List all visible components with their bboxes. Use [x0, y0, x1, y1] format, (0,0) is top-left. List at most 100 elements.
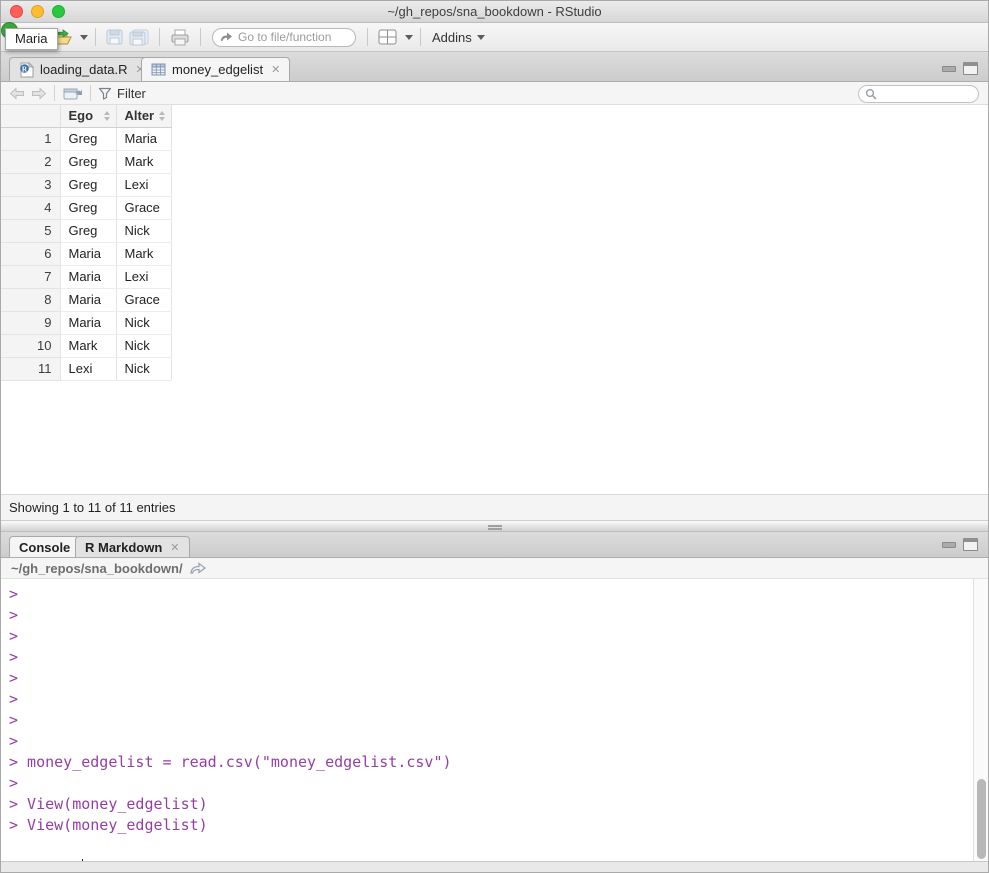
rstudio-window: ~/gh_repos/sna_bookdown - RStudio [0, 0, 989, 873]
addins-caret-icon [477, 35, 485, 40]
tab-label: loading_data.R [40, 62, 127, 77]
tab-r-markdown[interactable]: R Markdown ✕ [75, 536, 190, 557]
table-row[interactable]: 6 Maria Mark [1, 242, 171, 265]
sort-icon[interactable] [104, 111, 110, 121]
alter-cell[interactable]: Mark [116, 150, 171, 173]
table-search-input[interactable] [881, 87, 972, 101]
table-row[interactable]: 10 Mark Nick [1, 334, 171, 357]
alter-cell[interactable]: Mark [116, 242, 171, 265]
console-output[interactable]: > > > > > > > > > money_edgelist = read.… [1, 579, 988, 861]
table-row[interactable]: 4 Greg Grace [1, 196, 171, 219]
alter-cell[interactable]: Nick [116, 334, 171, 357]
alter-cell[interactable]: Maria [116, 127, 171, 150]
open-recent-caret-icon[interactable] [80, 35, 88, 40]
console-prompt-line[interactable]: > [9, 836, 988, 857]
tab-console[interactable]: Console [9, 536, 80, 557]
window-bottom-edge [1, 861, 988, 872]
table-row[interactable]: 3 Greg Lexi [1, 173, 171, 196]
goto-file-input[interactable] [238, 30, 348, 44]
maximize-pane-icon[interactable] [963, 62, 978, 75]
panes-grid-icon [378, 29, 397, 45]
table-row[interactable]: 9 Maria Nick [1, 311, 171, 334]
save-icon [106, 29, 123, 45]
alter-cell[interactable]: Lexi [116, 265, 171, 288]
row-number-cell: 1 [1, 127, 60, 150]
ego-cell[interactable]: Maria [60, 311, 116, 334]
table-row[interactable]: 11 Lexi Nick [1, 357, 171, 380]
console-line: > [9, 584, 988, 605]
goto-file-search[interactable] [212, 28, 356, 47]
save-button[interactable] [103, 27, 126, 47]
scrollbar-thumb[interactable] [977, 779, 986, 859]
alter-cell[interactable]: Nick [116, 311, 171, 334]
zoom-window-button[interactable] [52, 5, 65, 18]
workspace-panes-button[interactable] [375, 27, 400, 47]
toolbar-separator [420, 28, 421, 46]
forward-button[interactable] [31, 87, 47, 100]
panes-caret-icon[interactable] [405, 35, 413, 40]
working-directory-path: ~/gh_repos/sna_bookdown/ [11, 561, 183, 576]
minimize-window-button[interactable] [31, 5, 44, 18]
main-toolbar: Addins [1, 23, 988, 52]
addins-menu[interactable]: Addins [428, 28, 489, 47]
column-label: Ego [69, 108, 94, 123]
alter-cell[interactable]: Lexi [116, 173, 171, 196]
open-in-new-window-button[interactable] [62, 85, 83, 101]
filter-icon[interactable] [98, 87, 112, 100]
maximize-pane-icon[interactable] [963, 538, 978, 551]
column-header-ego[interactable]: Ego [60, 105, 116, 127]
data-grid: Ego Alter 1 [1, 105, 988, 492]
row-number-cell: 7 [1, 265, 60, 288]
table-row[interactable]: 5 Greg Nick [1, 219, 171, 242]
alter-cell[interactable]: Grace [116, 196, 171, 219]
alter-cell[interactable]: Grace [116, 288, 171, 311]
ego-cell[interactable]: Maria [60, 265, 116, 288]
ego-cell[interactable]: Lexi [60, 357, 116, 380]
column-header-alter[interactable]: Alter [116, 105, 171, 127]
alter-cell[interactable]: Nick [116, 357, 171, 380]
data-viewer-toolbar: Filter [1, 82, 988, 105]
ego-cell[interactable]: Maria [60, 242, 116, 265]
svg-text:R: R [22, 64, 28, 73]
minimize-pane-icon[interactable] [942, 542, 956, 548]
close-tab-icon[interactable]: ✕ [271, 63, 280, 76]
close-window-button[interactable] [10, 5, 23, 18]
ego-cell[interactable]: Mark [60, 334, 116, 357]
console-pane-buttons [942, 538, 978, 551]
table-search-box[interactable] [858, 85, 979, 103]
console-scrollbar[interactable] [973, 579, 988, 861]
row-number-header [1, 105, 60, 127]
table-header-row: Ego Alter [1, 105, 171, 127]
ego-cell[interactable]: Greg [60, 196, 116, 219]
splitter-grip-icon[interactable] [488, 525, 502, 530]
tab-money-edgelist[interactable]: money_edgelist ✕ [141, 57, 290, 81]
print-button[interactable] [167, 27, 193, 48]
table-row[interactable]: 8 Maria Grace [1, 288, 171, 311]
close-tab-icon[interactable]: ✕ [170, 541, 179, 554]
row-number-cell: 4 [1, 196, 60, 219]
table-row[interactable]: 1 Greg Maria [1, 127, 171, 150]
alter-cell[interactable]: Nick [116, 219, 171, 242]
sort-icon[interactable] [159, 111, 165, 121]
source-pane-buttons [942, 62, 978, 75]
goto-directory-icon[interactable] [190, 562, 206, 575]
pane-splitter[interactable] [1, 520, 988, 532]
console-line: > [9, 710, 988, 731]
ego-cell[interactable]: Maria [60, 288, 116, 311]
toolbar-separator [95, 28, 96, 46]
row-number-cell: 3 [1, 173, 60, 196]
table-row[interactable]: 2 Greg Mark [1, 150, 171, 173]
table-row[interactable]: 7 Maria Lexi [1, 265, 171, 288]
filter-button[interactable]: Filter [117, 86, 146, 101]
traffic-lights [10, 5, 65, 18]
ego-cell[interactable]: Greg [60, 219, 116, 242]
ego-cell[interactable]: Greg [60, 127, 116, 150]
minimize-pane-icon[interactable] [942, 66, 956, 72]
back-button[interactable] [9, 87, 25, 100]
tab-loading-data[interactable]: R loading_data.R ✕ [9, 57, 155, 81]
ego-cell[interactable]: Greg [60, 150, 116, 173]
save-all-button[interactable] [126, 27, 152, 48]
ego-cell[interactable]: Greg [60, 173, 116, 196]
source-tab-bar: R loading_data.R ✕ money_edgelist ✕ [1, 52, 988, 82]
entries-status: Showing 1 to 11 of 11 entries [9, 500, 175, 515]
